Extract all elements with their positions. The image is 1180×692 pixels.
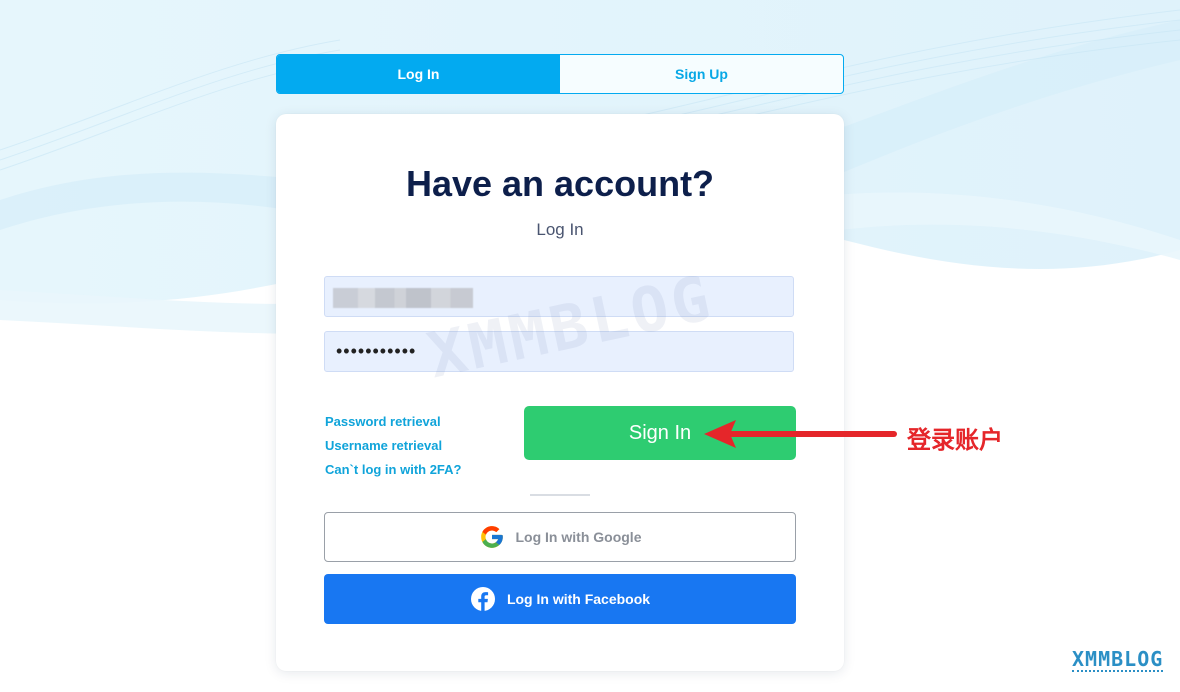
corner-brand-watermark: XMMBLOG (1072, 647, 1164, 672)
facebook-logo-icon (470, 586, 496, 612)
google-logo-icon (479, 524, 505, 550)
page-title: Have an account? (405, 163, 715, 204)
facebook-login-button[interactable]: Log In with Facebook (324, 574, 796, 624)
tab-sign-up[interactable]: Sign Up (560, 55, 843, 93)
red-arrow-icon (704, 420, 897, 448)
password-input[interactable] (324, 331, 794, 372)
facebook-login-label: Log In with Facebook (506, 591, 651, 607)
divider (530, 494, 590, 496)
tab-log-in[interactable]: Log In (277, 55, 560, 93)
cant-login-2fa-link[interactable]: Can`t log in with 2FA? (325, 458, 462, 482)
username-retrieval-link[interactable]: Username retrieval (325, 434, 462, 458)
login-card: Have an account? Log In Password retriev… (276, 114, 844, 671)
auth-tabs: Log In Sign Up (276, 54, 844, 94)
form-subtitle: Log In (536, 220, 584, 239)
google-login-label: Log In with Google (515, 529, 642, 545)
annotation-label: 登录账户 (907, 426, 1003, 454)
password-retrieval-link[interactable]: Password retrieval (325, 410, 462, 434)
username-redacted-value (333, 288, 473, 308)
google-login-button[interactable]: Log In with Google (324, 512, 796, 562)
recovery-links: Password retrieval Username retrieval Ca… (325, 410, 462, 482)
